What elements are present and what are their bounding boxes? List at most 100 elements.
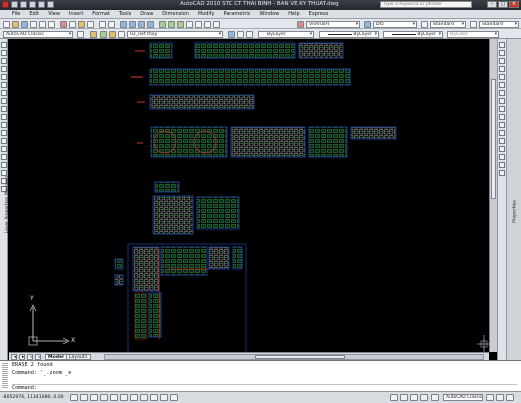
layer-freeze-icon[interactable] xyxy=(109,30,116,38)
fillet-icon[interactable] xyxy=(499,162,505,168)
multileader-style-select[interactable]: Standard xyxy=(479,20,519,28)
undo-arrow-icon[interactable] xyxy=(99,20,106,28)
snap-mode-icon[interactable] xyxy=(80,394,88,401)
polygon-icon[interactable] xyxy=(1,66,7,72)
revision-cloud-icon[interactable] xyxy=(1,98,7,104)
design-center-icon[interactable] xyxy=(168,20,175,28)
menu-parametric[interactable]: Parametric xyxy=(223,11,250,17)
array-icon[interactable] xyxy=(499,74,505,80)
print-icon[interactable] xyxy=(30,20,37,28)
menu-express[interactable]: Express xyxy=(309,11,329,17)
open-icon[interactable] xyxy=(20,1,27,8)
sheet-set-icon[interactable] xyxy=(186,20,193,28)
clean-screen-icon[interactable] xyxy=(506,394,514,401)
table-style-icon[interactable] xyxy=(421,20,428,28)
dim-style-select[interactable]: DI5 xyxy=(373,20,417,28)
plotstyle-select[interactable]: ByColor xyxy=(447,30,499,38)
workspace-select[interactable]: AutoCAD Classic xyxy=(3,30,73,38)
layer-previous-icon[interactable] xyxy=(237,30,244,38)
copy-icon[interactable] xyxy=(69,20,76,28)
zoom-previous-icon[interactable] xyxy=(147,20,154,28)
hardware-acceleration-icon[interactable] xyxy=(496,394,504,401)
layer-lock-icon[interactable] xyxy=(118,30,125,38)
drawing-canvas[interactable]: Y X xyxy=(9,39,496,352)
zoom-status-icon[interactable] xyxy=(420,394,428,401)
menu-insert[interactable]: Insert xyxy=(69,11,83,17)
command-window-grip[interactable] xyxy=(2,363,8,389)
make-current-layer-icon[interactable] xyxy=(228,30,235,38)
chamfer-icon[interactable] xyxy=(499,154,505,160)
linetype-select[interactable]: ByLayer xyxy=(319,30,379,38)
dynamic-ucs-icon[interactable] xyxy=(140,394,148,401)
layer-isolate-icon[interactable] xyxy=(246,30,253,38)
stretch-icon[interactable] xyxy=(499,106,505,112)
arc-icon[interactable] xyxy=(1,82,7,88)
maximize-button[interactable]: □ xyxy=(498,1,508,8)
offset-icon[interactable] xyxy=(499,66,505,72)
spline-icon[interactable] xyxy=(1,106,7,112)
paste-icon[interactable] xyxy=(78,20,85,28)
move-icon[interactable] xyxy=(499,82,505,88)
save-disk-icon[interactable] xyxy=(21,20,28,28)
circle-icon[interactable] xyxy=(1,90,7,96)
construction-line-icon[interactable] xyxy=(1,50,7,56)
scale-icon[interactable] xyxy=(499,98,505,104)
ortho-mode-icon[interactable] xyxy=(100,394,108,401)
zoom-window-icon[interactable] xyxy=(138,20,145,28)
dim-style-icon[interactable] xyxy=(364,20,371,28)
ellipse-arc-icon[interactable] xyxy=(1,122,7,128)
grid-display-icon[interactable] xyxy=(90,394,98,401)
markup-icon[interactable] xyxy=(195,20,202,28)
qnew-icon[interactable] xyxy=(3,20,10,28)
search-input[interactable]: Type a keyword or phrase xyxy=(380,1,472,8)
dynamic-input-icon[interactable] xyxy=(150,394,158,401)
erase-icon[interactable] xyxy=(499,42,505,48)
break-icon[interactable] xyxy=(499,138,505,144)
polar-tracking-icon[interactable] xyxy=(110,394,118,401)
object-snap-icon[interactable] xyxy=(120,394,128,401)
object-snap-tracking-icon[interactable] xyxy=(130,394,138,401)
menu-edit[interactable]: Edit xyxy=(29,11,39,17)
quick-properties-icon[interactable] xyxy=(170,394,178,401)
autocad-logo-icon[interactable] xyxy=(2,1,9,8)
pan-icon[interactable] xyxy=(120,20,127,28)
make-block-icon[interactable] xyxy=(1,138,7,144)
help-icon[interactable] xyxy=(213,20,220,28)
copy-object-icon[interactable] xyxy=(499,50,505,56)
multileader-style-icon[interactable] xyxy=(470,20,477,28)
annotation-scale-icon[interactable] xyxy=(431,394,439,401)
menu-tools[interactable]: Tools xyxy=(119,11,131,17)
insert-block-icon[interactable] xyxy=(1,130,7,136)
workspace-switch[interactable]: AutoCAD Classic xyxy=(443,394,483,401)
command-input[interactable]: Command: xyxy=(12,384,517,391)
rectangle-icon[interactable] xyxy=(1,74,7,80)
color-select[interactable]: ByLayer xyxy=(258,30,314,38)
text-style-icon[interactable] xyxy=(297,20,304,28)
polyline-icon[interactable] xyxy=(1,58,7,64)
vertical-scroll-thumb[interactable] xyxy=(491,79,496,199)
layer-properties-icon[interactable] xyxy=(90,30,97,38)
properties-icon[interactable] xyxy=(159,20,166,28)
table-style-select[interactable]: Standard xyxy=(430,20,466,28)
menu-help[interactable]: Help xyxy=(288,11,299,17)
rotate-icon[interactable] xyxy=(499,90,505,96)
redo-arrow-icon[interactable] xyxy=(108,20,115,28)
workspace-settings-icon[interactable] xyxy=(77,30,84,38)
model-space-icon[interactable] xyxy=(390,394,398,401)
redo-icon[interactable] xyxy=(47,1,54,8)
lineweight-icon[interactable] xyxy=(160,394,168,401)
join-icon[interactable] xyxy=(499,146,505,152)
menu-dimension[interactable]: Dimension xyxy=(162,11,189,17)
lineweight-select[interactable]: ByLayer xyxy=(383,30,443,38)
trim-icon[interactable] xyxy=(499,114,505,120)
menu-format[interactable]: Format xyxy=(92,11,110,17)
close-button[interactable]: × xyxy=(509,1,519,8)
menu-draw[interactable]: Draw xyxy=(140,11,153,17)
open-folder-icon[interactable] xyxy=(12,20,19,28)
publish-icon[interactable] xyxy=(48,20,55,28)
extend-icon[interactable] xyxy=(499,122,505,128)
menu-window[interactable]: Window xyxy=(260,11,280,17)
quick-view-layouts-icon[interactable] xyxy=(400,394,408,401)
layer-select[interactable]: 02_net thay xyxy=(127,30,223,38)
mirror-icon[interactable] xyxy=(499,58,505,64)
